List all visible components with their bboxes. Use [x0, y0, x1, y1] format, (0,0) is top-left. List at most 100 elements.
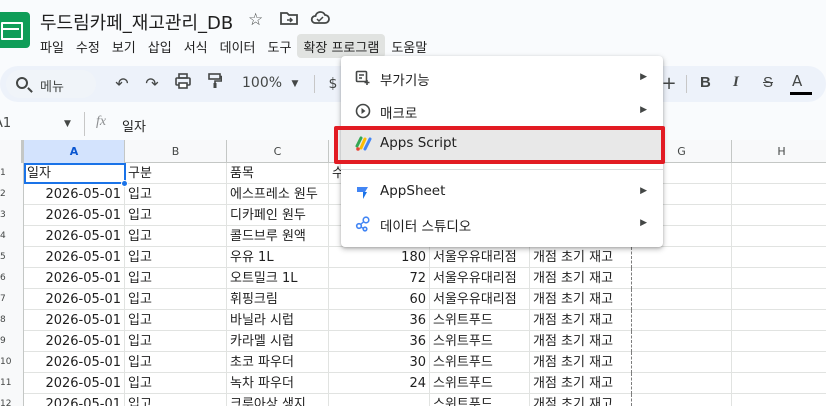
menu-item-data-studio[interactable]: 데이터 스튜디오 ▶ — [341, 208, 663, 240]
cell[interactable]: 2026-05-01 — [24, 226, 125, 247]
cell[interactable]: 개점 초기 재고 — [530, 373, 632, 394]
cell[interactable]: 스위트푸드 — [430, 352, 530, 373]
cell[interactable]: 2026-05-01 — [24, 268, 125, 289]
cell[interactable]: 입고 — [125, 394, 227, 406]
cell[interactable]: 서울우유대리점 — [430, 268, 530, 289]
cell[interactable] — [732, 268, 826, 289]
cell[interactable]: 30 — [329, 352, 430, 373]
cell[interactable]: 바닐라 시럽 — [227, 310, 329, 331]
cell[interactable]: 카라멜 시럽 — [227, 331, 329, 352]
row-header[interactable]: 3 — [0, 205, 24, 226]
menu-item-add-ons[interactable]: 부가기능 ▶ — [341, 62, 663, 94]
cell[interactable]: 디카페인 원두 — [227, 205, 329, 226]
cell[interactable] — [632, 289, 732, 310]
cell[interactable] — [732, 331, 826, 352]
menu-extensions[interactable]: 확장 프로그램 — [297, 34, 386, 58]
cell[interactable] — [632, 331, 732, 352]
zoom-select[interactable]: 100% — [242, 75, 282, 91]
cell[interactable] — [732, 184, 826, 205]
cell[interactable]: 서울우유대리점 — [430, 289, 530, 310]
cell[interactable]: 2026-05-01 — [24, 310, 125, 331]
cell[interactable]: 36 — [329, 310, 430, 331]
cell[interactable]: 개점 초기 재고 — [530, 352, 632, 373]
cell[interactable]: 서울우유대리점 — [430, 247, 530, 268]
cell[interactable] — [732, 394, 826, 406]
row-header[interactable]: 2 — [0, 184, 24, 205]
cell[interactable] — [632, 247, 732, 268]
print-icon[interactable] — [172, 73, 194, 95]
cell[interactable]: 입고 — [125, 184, 227, 205]
menu-item-appsheet[interactable]: AppSheet ▶ — [341, 176, 663, 208]
row-header[interactable]: 11 — [0, 373, 24, 394]
cell[interactable]: 콜드브루 원액 — [227, 226, 329, 247]
cell[interactable] — [732, 310, 826, 331]
cell[interactable] — [732, 247, 826, 268]
cell[interactable]: 입고 — [125, 205, 227, 226]
row-header[interactable]: 7 — [0, 289, 24, 310]
cell[interactable]: 2026-05-01 — [24, 247, 125, 268]
cell[interactable]: 2026-05-01 — [24, 205, 125, 226]
menu-edit[interactable]: 수정 — [70, 34, 106, 58]
cell[interactable]: 2026-05-01 — [24, 394, 125, 406]
cell[interactable]: 오트밀크 1L — [227, 268, 329, 289]
menu-item-macros[interactable]: 매크로 ▶ — [341, 95, 663, 127]
italic-button[interactable]: I — [733, 74, 739, 91]
cell[interactable] — [732, 373, 826, 394]
formula-input[interactable]: 일자 — [122, 116, 146, 135]
menu-help[interactable]: 도움말 — [385, 34, 433, 58]
cell[interactable]: 2026-05-01 — [24, 289, 125, 310]
cell[interactable] — [732, 352, 826, 373]
cell[interactable] — [329, 394, 430, 406]
cell[interactable]: 입고 — [125, 352, 227, 373]
cell[interactable]: 입고 — [125, 226, 227, 247]
cell[interactable]: 72 — [329, 268, 430, 289]
cell[interactable]: 입고 — [125, 268, 227, 289]
cell[interactable]: 우유 1L — [227, 247, 329, 268]
cloud-status-icon[interactable] — [310, 10, 330, 31]
row-header[interactable]: 12 — [0, 394, 24, 406]
cell[interactable]: 개점 초기 재고 — [530, 310, 632, 331]
select-all-corner[interactable] — [0, 140, 24, 163]
cell[interactable]: 60 — [329, 289, 430, 310]
cell[interactable]: 녹차 파우더 — [227, 373, 329, 394]
cell[interactable]: 구분 — [125, 163, 227, 184]
cell[interactable]: 개점 초기 재고 — [530, 331, 632, 352]
search-menus-input[interactable]: 메뉴 — [6, 70, 96, 98]
column-header-b[interactable]: B — [125, 140, 227, 163]
menu-data[interactable]: 데이터 — [214, 34, 262, 58]
cell[interactable]: 2026-05-01 — [24, 184, 125, 205]
cell[interactable]: 36 — [329, 331, 430, 352]
cell[interactable] — [632, 373, 732, 394]
cell[interactable]: 에스프레소 원두 — [227, 184, 329, 205]
cell[interactable]: 입고 — [125, 289, 227, 310]
menu-insert[interactable]: 삽입 — [142, 34, 178, 58]
cell[interactable]: 2026-05-01 — [24, 352, 125, 373]
move-to-folder-icon[interactable] — [280, 10, 298, 31]
column-header-c[interactable]: C — [227, 140, 329, 163]
cell[interactable]: 2026-05-01 — [24, 331, 125, 352]
menu-view[interactable]: 보기 — [106, 34, 142, 58]
cell[interactable]: 크루아상 생지 — [227, 394, 329, 406]
cell[interactable] — [632, 352, 732, 373]
cell[interactable]: 스위트푸드 — [430, 394, 530, 406]
cell[interactable] — [732, 163, 826, 184]
menu-file[interactable]: 파일 — [34, 34, 70, 58]
undo-icon[interactable]: ↶ — [111, 73, 133, 95]
cell[interactable]: 스위트푸드 — [430, 310, 530, 331]
redo-icon[interactable]: ↷ — [141, 73, 163, 95]
cell[interactable]: 24 — [329, 373, 430, 394]
cell[interactable] — [732, 289, 826, 310]
fill-handle[interactable] — [121, 180, 128, 187]
cell[interactable] — [632, 394, 732, 406]
column-header-a[interactable]: A — [24, 140, 125, 163]
row-header[interactable]: 9 — [0, 331, 24, 352]
row-header[interactable]: 5 — [0, 247, 24, 268]
cell[interactable]: 스위트푸드 — [430, 373, 530, 394]
cell[interactable]: 개점 초기 재고 — [530, 289, 632, 310]
cell[interactable] — [632, 310, 732, 331]
cell[interactable] — [632, 268, 732, 289]
paint-format-icon[interactable] — [204, 73, 226, 95]
cell[interactable]: 품목 — [227, 163, 329, 184]
menu-tools[interactable]: 도구 — [262, 34, 298, 58]
bold-button[interactable]: B — [700, 74, 711, 91]
